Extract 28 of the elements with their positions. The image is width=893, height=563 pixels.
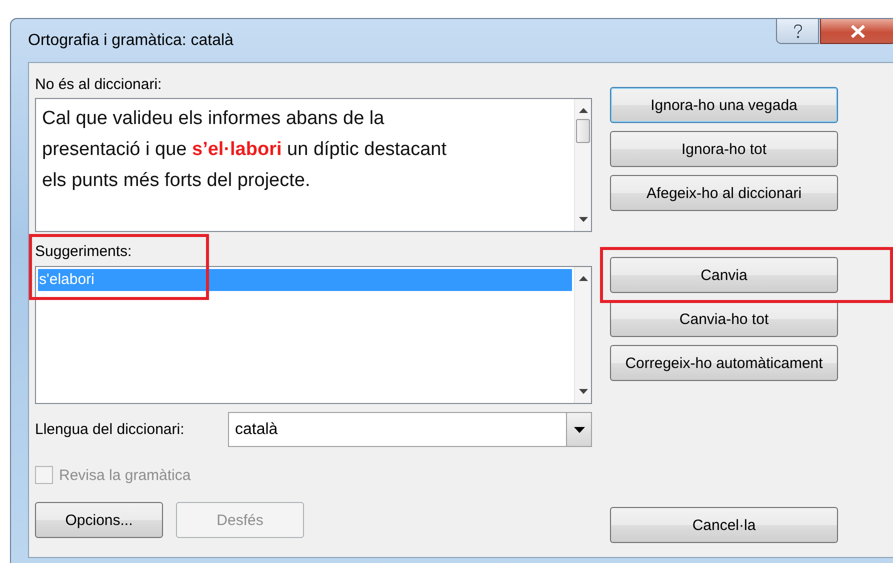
- action-button[interactable]: Ignora-ho tot: [610, 131, 838, 167]
- close-button[interactable]: [820, 19, 893, 44]
- sentence-field[interactable]: Cal que valideu els informes abans de la presentació i que s’el·labori un díptic destacant els punts més forts del projecte.: [35, 98, 592, 232]
- action-button[interactable]: Corregeix-ho automàticament: [610, 345, 838, 381]
- window-title: Ortografia i gramàtica: català: [28, 32, 234, 50]
- scroll-up-icon[interactable]: [578, 108, 588, 113]
- action-button[interactable]: Canvia-ho tot: [610, 301, 838, 337]
- scroll-down-icon[interactable]: [578, 217, 588, 222]
- help-button[interactable]: [776, 19, 819, 44]
- help-icon: [792, 24, 802, 38]
- language-dropdown[interactable]: català: [228, 412, 592, 447]
- scroll-up-icon[interactable]: [578, 276, 588, 281]
- field-label: Suggeriments:: [35, 243, 132, 260]
- field-label: Llengua del diccionari:: [35, 420, 184, 439]
- scrollbar-thumb[interactable]: [576, 119, 590, 143]
- checkbox-label: Revisa la gramàtica: [59, 466, 191, 484]
- scroll-down-icon[interactable]: [578, 389, 588, 394]
- scrollbar[interactable]: [574, 267, 591, 403]
- action-button[interactable]: Canvia: [610, 257, 838, 293]
- field-label: No és al diccionari:: [35, 75, 163, 94]
- action-button[interactable]: Ignora-ho una vegada: [610, 87, 838, 123]
- close-icon: [850, 24, 866, 38]
- dropdown-button[interactable]: [566, 413, 591, 446]
- action-button[interactable]: Opcions...: [35, 502, 163, 538]
- cancel-button[interactable]: Cancel·la: [610, 507, 838, 543]
- action-button[interactable]: Afegeix-ho al diccionari: [610, 175, 838, 211]
- scrollbar[interactable]: [574, 99, 591, 231]
- caret-icon: [574, 426, 584, 432]
